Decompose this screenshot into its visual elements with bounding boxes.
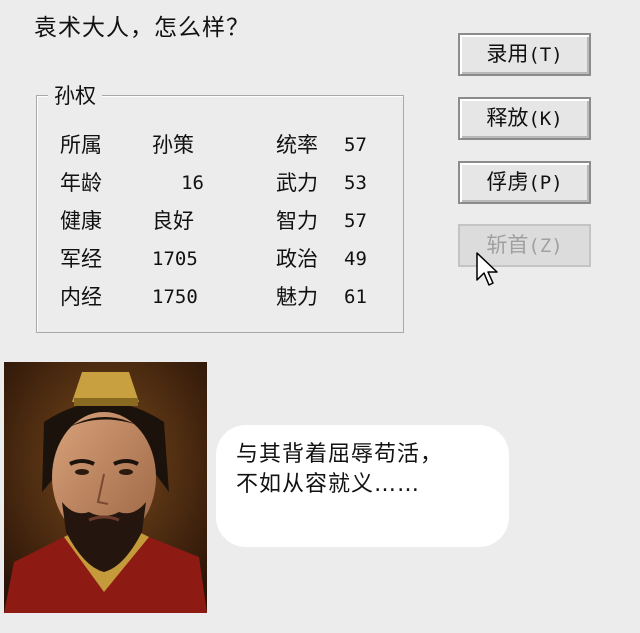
stat-label-leadership: 统率 [276,133,318,157]
stat-label-war: 武力 [276,171,318,195]
stat-value-affiliation: 孙策 [152,133,194,157]
stat-label-military-exp: 军经 [60,247,102,271]
portrait-image [4,362,207,613]
stat-label-intelligence: 智力 [276,209,318,233]
stat-value-intelligence: 57 [344,210,367,232]
stat-value-war: 53 [344,172,367,194]
stat-value-domestic-exp: 1750 [152,286,198,308]
stat-value-military-exp: 1705 [152,248,198,270]
release-button[interactable]: 释放(K) [458,97,591,140]
stat-label-politics: 政治 [276,247,318,271]
stat-label-age: 年龄 [60,171,102,195]
stat-value-politics: 49 [344,248,367,270]
stat-value-age: 16 [181,172,204,194]
officer-name: 孙权 [48,80,102,110]
stat-value-leadership: 57 [344,134,367,156]
recruit-button[interactable]: 录用(T) [458,33,591,76]
stat-label-charisma: 魅力 [276,285,318,309]
stat-value-health: 良好 [152,209,194,233]
stat-label-health: 健康 [60,209,102,233]
officer-portrait [4,362,207,613]
speech-text: 与其背着屈辱苟活， 不如从容就义…… [236,442,444,497]
stat-value-charisma: 61 [344,286,367,308]
stat-label-affiliation: 所属 [60,133,102,157]
capture-button[interactable]: 俘虏(P) [458,161,591,204]
dialog-prompt: 袁术大人，怎么样？ [34,15,250,41]
mouse-cursor-icon [476,252,498,286]
stat-label-domestic-exp: 内经 [60,285,102,309]
